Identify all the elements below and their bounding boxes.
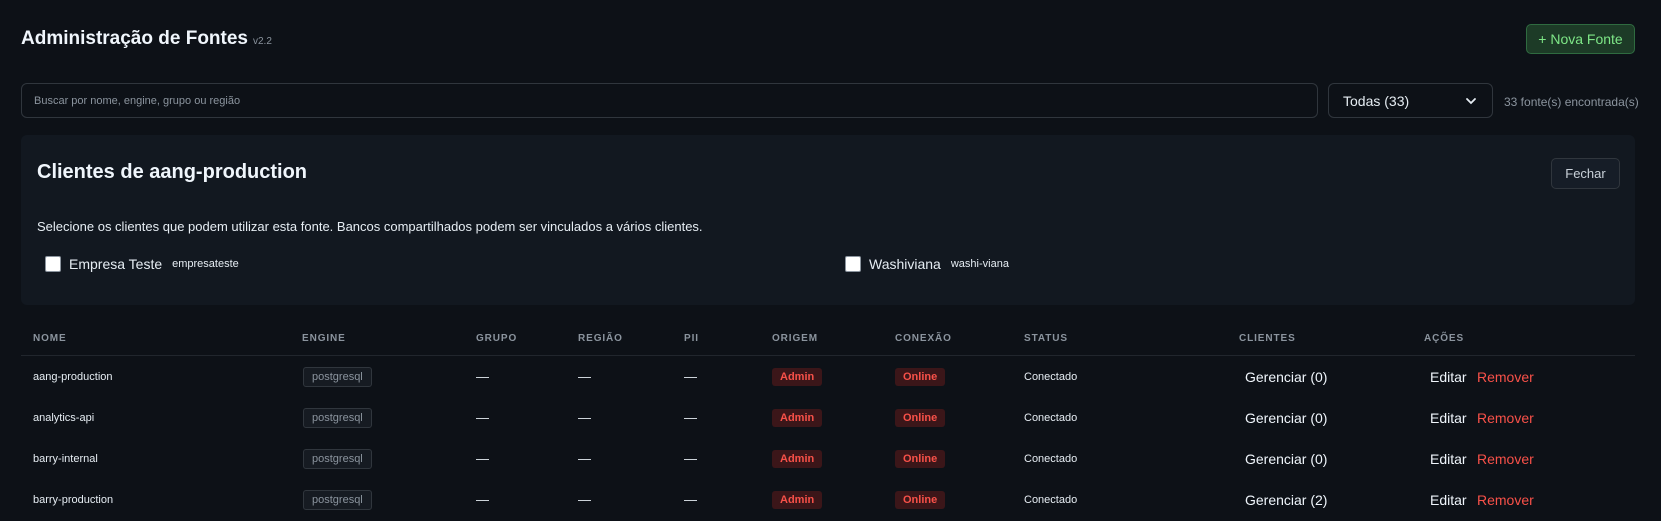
clients-panel-title: Clientes de aang-production [37,161,308,183]
origin-badge: Admin [772,409,823,427]
result-count: 33 fonte(s) encontrada(s) [1504,95,1639,109]
edit-button[interactable]: Editar [1430,369,1467,385]
pii-value: — [684,451,697,466]
group-value: — [476,369,489,384]
region-value: — [578,369,591,384]
client-option-empresa-teste[interactable]: Empresa Teste empresateste [45,256,239,272]
version-label: v2.2 [253,36,272,47]
column-header-status: STATUS [1024,333,1068,344]
group-filter-select[interactable]: Todas (33) [1328,83,1493,118]
column-header-clients: CLIENTES [1239,333,1296,344]
client-slug: empresateste [172,258,239,270]
manage-clients-button[interactable]: Gerenciar (2) [1245,492,1327,508]
page-header: Administração de Fontes v2.2 [21,28,272,50]
pii-value: — [684,410,697,425]
column-header-origin: ORIGEM [772,333,818,344]
column-header-region: REGIÃO [578,333,623,344]
region-value: — [578,492,591,507]
column-header-name: NOME [33,333,67,344]
status-value: Conectado [1024,371,1078,383]
status-value: Conectado [1024,494,1078,506]
checkbox[interactable] [845,256,861,272]
engine-badge: postgresql [303,490,372,510]
manage-clients-button[interactable]: Gerenciar (0) [1245,369,1327,385]
status-value: Conectado [1024,412,1078,424]
clients-panel: Clientes de aang-production Fechar Selec… [21,135,1635,305]
remove-button[interactable]: Remover [1477,451,1534,467]
connection-badge: Online [895,491,946,509]
pii-value: — [684,369,697,384]
new-source-button[interactable]: + Nova Fonte [1526,24,1635,54]
source-name: analytics-api [33,412,95,424]
source-name: barry-internal [33,453,98,465]
status-value: Conectado [1024,453,1078,465]
column-header-engine: ENGINE [302,333,346,344]
remove-button[interactable]: Remover [1477,492,1534,508]
column-header-actions: AÇÕES [1424,333,1465,344]
engine-badge: postgresql [303,367,372,387]
source-name: aang-production [33,371,113,383]
client-slug: washi-viana [950,258,1009,270]
region-value: — [578,451,591,466]
column-header-group: GRUPO [476,333,518,344]
pii-value: — [684,492,697,507]
search-input[interactable] [21,83,1318,118]
page-title: Administração de Fontes [21,28,248,49]
manage-clients-button[interactable]: Gerenciar (0) [1245,451,1327,467]
chevron-down-icon [1466,97,1476,104]
client-name: Empresa Teste [69,256,163,272]
edit-button[interactable]: Editar [1430,492,1467,508]
engine-badge: postgresql [303,408,372,428]
edit-button[interactable]: Editar [1430,410,1467,426]
group-value: — [476,492,489,507]
selected-group: Todas (33) [1343,92,1410,109]
remove-button[interactable]: Remover [1477,410,1534,426]
group-value: — [476,410,489,425]
checkbox[interactable] [45,256,61,272]
close-button[interactable]: Fechar [1551,158,1620,189]
remove-button[interactable]: Remover [1477,369,1534,385]
column-header-pii: PII [684,333,699,344]
origin-badge: Admin [772,368,823,386]
table-header-divider [21,355,1635,356]
origin-badge: Admin [772,491,823,509]
origin-badge: Admin [772,450,823,468]
clients-panel-description: Selecione os clientes que podem utilizar… [37,219,703,234]
connection-badge: Online [895,409,946,427]
connection-badge: Online [895,368,946,386]
manage-clients-button[interactable]: Gerenciar (0) [1245,410,1327,426]
source-name: barry-production [33,494,114,506]
region-value: — [578,410,591,425]
client-name: Washiviana [869,256,941,272]
edit-button[interactable]: Editar [1430,451,1467,467]
client-option-washiviana[interactable]: Washiviana washi-viana [845,256,1009,272]
connection-badge: Online [895,450,946,468]
engine-badge: postgresql [303,449,372,469]
group-value: — [476,451,489,466]
column-header-connection: CONEXÃO [895,333,952,344]
